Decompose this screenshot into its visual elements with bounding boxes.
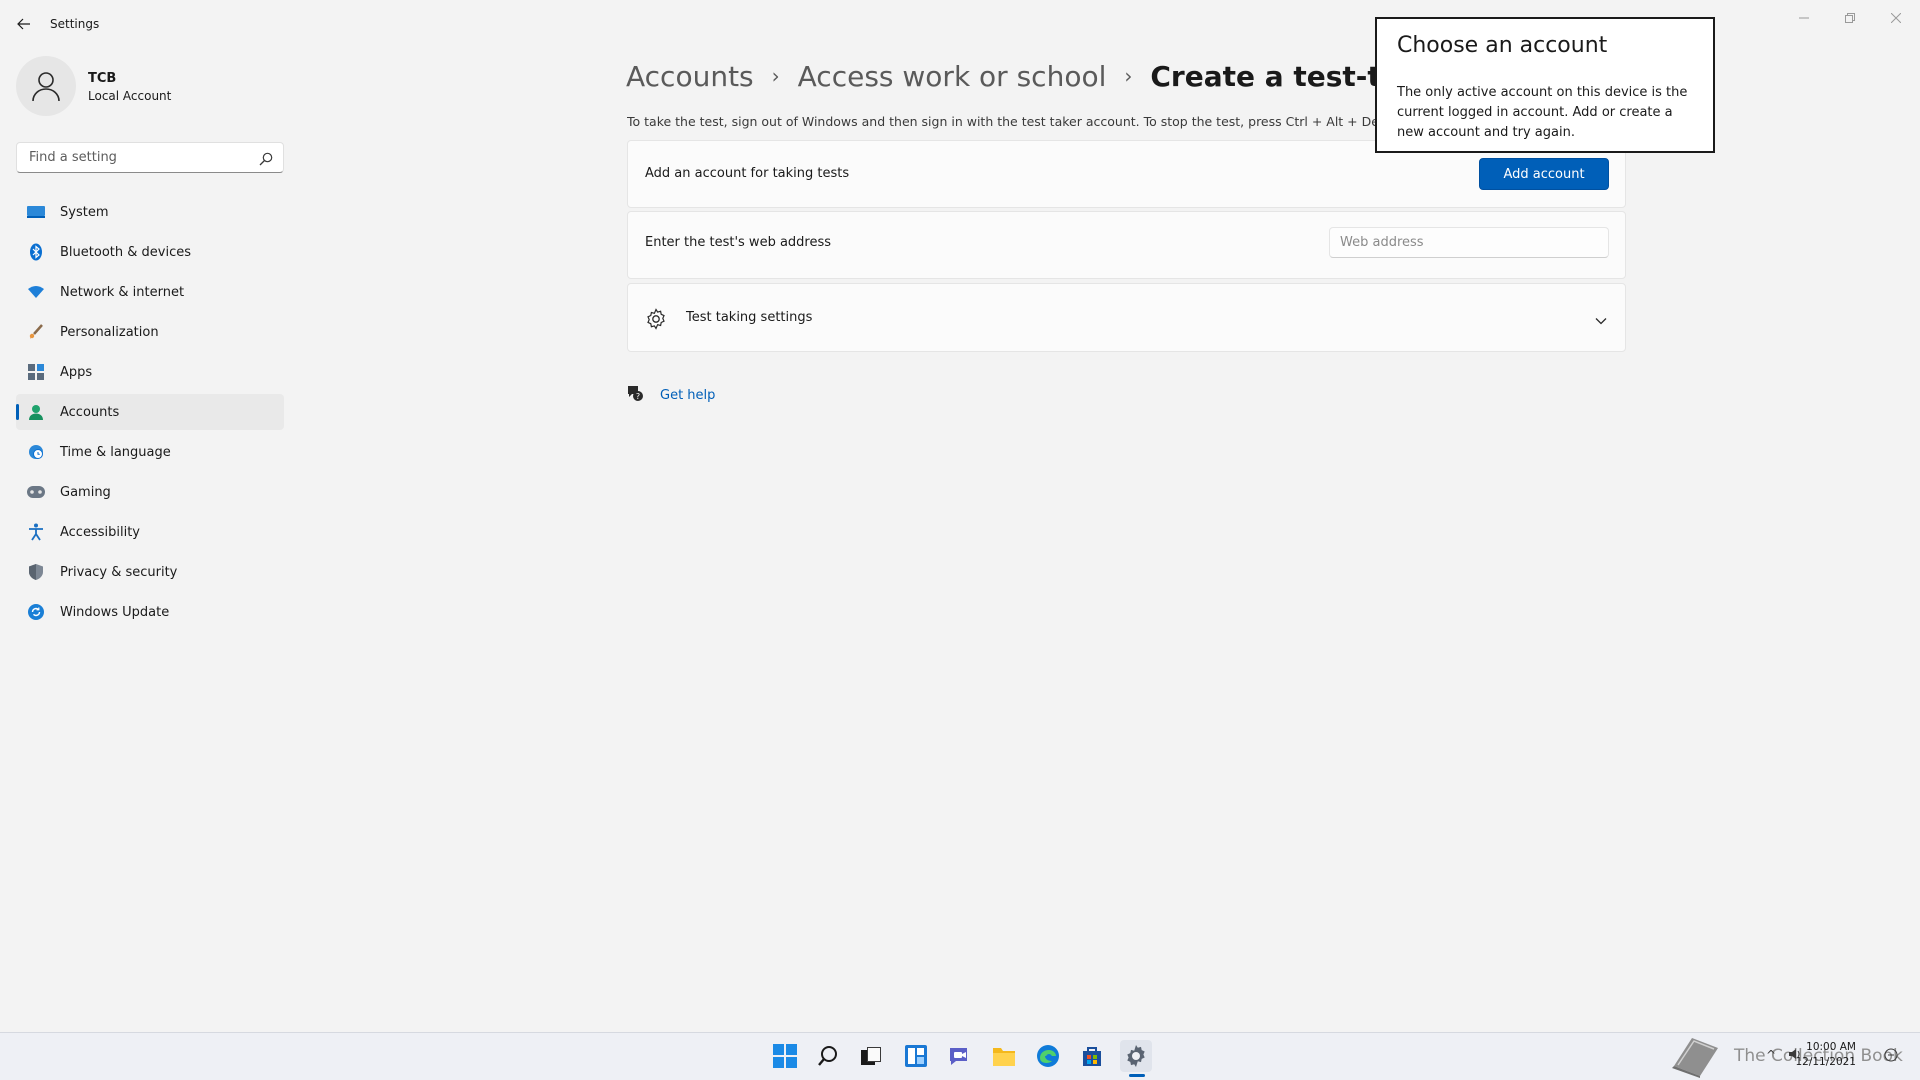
profile-account-type: Local Account [88,89,172,103]
globe-clock-icon [26,442,46,462]
system-icon [26,202,46,222]
sidebar-item-label: System [60,204,109,220]
web-address-card: Enter the test's web address [627,211,1626,279]
user-profile[interactable]: TCB Local Account [16,56,276,118]
search-box[interactable] [16,142,284,173]
wifi-icon [26,282,46,302]
brush-icon [26,322,46,342]
sidebar-item-label: Accounts [60,404,120,420]
page-title: Create a test-taking a [1150,59,1386,93]
sidebar-item-bluetooth[interactable]: Bluetooth & devices [16,234,284,270]
active-app-indicator [1129,1074,1145,1077]
sidebar-item-system[interactable]: System [16,194,284,230]
close-icon [1891,13,1901,23]
chevron-right-icon: › [1124,64,1133,88]
avatar [16,56,76,116]
person-icon [26,402,46,422]
breadcrumb-item-access-work-school[interactable]: Access work or school [798,60,1107,93]
sidebar-item-label: Apps [60,364,93,380]
sidebar-item-label: Network & internet [60,284,185,300]
back-arrow-icon [17,18,30,30]
sidebar-item-windows-update[interactable]: Windows Update [16,594,284,630]
minimize-icon [1799,17,1809,19]
help-chat-icon: ? [626,384,644,406]
sidebar-item-apps[interactable]: Apps [16,354,284,390]
sidebar-item-label: Windows Update [60,604,170,620]
get-help-label[interactable]: Get help [660,388,715,403]
search-icon[interactable] [259,151,273,166]
sidebar-item-time-language[interactable]: Time & language [16,434,284,470]
test-taking-settings-label: Test taking settings [686,310,813,325]
sidebar-nav: System Bluetooth & devices Network & int… [16,194,284,634]
sidebar-item-privacy-security[interactable]: Privacy & security [16,554,284,590]
sidebar-item-label: Time & language [60,444,171,460]
clock-date[interactable]: 12/11/2021 [1795,1056,1856,1068]
back-button[interactable] [14,14,34,34]
notification-icon[interactable] [1884,1047,1898,1066]
add-account-button[interactable]: Add account [1479,158,1609,190]
watermark: The Collection Book [1668,1030,1903,1078]
sidebar-item-network[interactable]: Network & internet [16,274,284,310]
person-avatar-icon [32,72,60,102]
sidebar-item-label: Personalization [60,324,159,340]
sidebar-item-gaming[interactable]: Gaming [16,474,284,510]
settings-gear-icon[interactable] [1120,1040,1152,1072]
sidebar-item-label: Accessibility [60,524,140,540]
book-icon [1672,1038,1718,1078]
file-explorer-icon[interactable] [988,1040,1020,1072]
add-account-label: Add an account for taking tests [645,166,850,181]
breadcrumb: Accounts › Access work or school › Creat… [626,56,1386,96]
choose-account-dialog: Choose an account The only active accoun… [1375,17,1715,153]
windows-start-icon[interactable] [769,1040,801,1072]
chevron-down-icon[interactable] [1595,312,1607,325]
search-icon[interactable] [812,1040,844,1072]
minimize-button[interactable] [1782,6,1826,30]
shield-icon [26,562,46,582]
test-taking-settings-card[interactable]: Test taking settings [627,283,1626,352]
close-button[interactable] [1874,6,1918,30]
svg-text:?: ? [636,392,640,401]
chat-icon[interactable] [944,1040,976,1072]
sidebar-item-label: Privacy & security [60,564,178,580]
bluetooth-icon [26,242,46,262]
gear-icon [645,308,667,330]
apps-icon [26,362,46,382]
edge-icon[interactable] [1032,1040,1064,1072]
profile-name: TCB [88,71,117,86]
update-icon [26,602,46,622]
web-address-input[interactable] [1329,227,1609,258]
gamepad-icon [26,482,46,502]
accessibility-icon [26,522,46,542]
store-icon[interactable] [1076,1040,1108,1072]
chevron-right-icon: › [771,64,780,88]
instruction-text: To take the test, sign out of Windows an… [627,114,1387,129]
clock-time[interactable]: 10:00 AM [1806,1041,1856,1053]
sidebar-item-label: Bluetooth & devices [60,244,191,260]
dialog-message: The only active account on this device i… [1397,85,1688,140]
dialog-title: Choose an account [1397,33,1608,58]
breadcrumb-item-accounts[interactable]: Accounts [626,60,754,93]
sidebar-item-label: Gaming [60,484,111,500]
sidebar-item-accessibility[interactable]: Accessibility [16,514,284,550]
task-view-icon[interactable] [855,1040,887,1072]
maximize-button[interactable] [1828,6,1872,30]
web-address-label: Enter the test's web address [645,235,832,250]
sidebar-item-accounts[interactable]: Accounts [16,394,284,430]
chevron-up-icon[interactable]: ^ [1766,1048,1776,1062]
sidebar-item-personalization[interactable]: Personalization [16,314,284,350]
widgets-icon[interactable] [900,1040,932,1072]
restore-icon [1845,13,1855,23]
search-input[interactable] [27,149,247,166]
get-help-link[interactable]: ? Get help [626,384,715,406]
window-title: Settings [50,17,100,31]
